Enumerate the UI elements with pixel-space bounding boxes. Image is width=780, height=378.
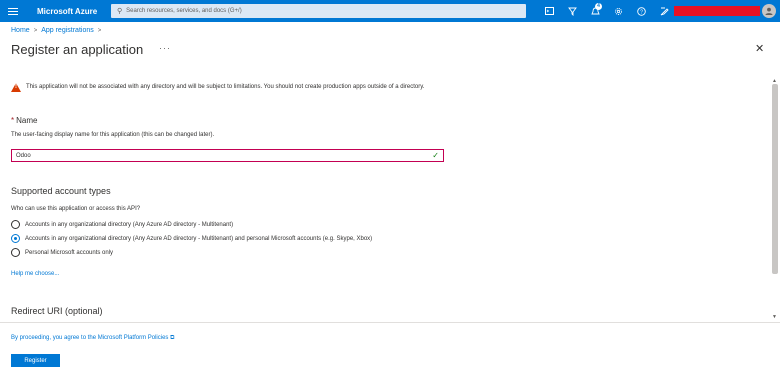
menu-icon[interactable] (0, 0, 26, 22)
radio-button[interactable] (11, 220, 20, 229)
search-placeholder: Search resources, services, and docs (G+… (126, 8, 242, 14)
help-me-choose-link[interactable]: Help me choose... (11, 271, 59, 277)
directory-filter-icon[interactable] (561, 0, 584, 22)
top-bar: Microsoft Azure ⚲ Search resources, serv… (0, 0, 780, 22)
account-type-option-label: Personal Microsoft accounts only (25, 249, 114, 256)
name-label: * Name (11, 116, 37, 125)
close-icon[interactable]: ✕ (755, 42, 764, 55)
warning-banner: This application will not be associated … (11, 83, 451, 92)
notification-badge: 4 (595, 3, 602, 10)
name-description: The user-facing display name for this ap… (11, 132, 215, 138)
register-button[interactable]: Register (11, 354, 60, 367)
brand-title[interactable]: Microsoft Azure (37, 7, 109, 16)
notifications-icon[interactable]: 4 (584, 0, 607, 22)
account-type-option-label: Accounts in any organizational directory… (25, 221, 234, 228)
account-type-option-2[interactable]: Accounts in any organizational directory… (11, 234, 372, 243)
name-label-text: Name (16, 116, 38, 125)
breadcrumb-app-registrations[interactable]: App registrations (41, 27, 94, 34)
account-name-redacted[interactable] (674, 6, 760, 16)
account-types-title: Supported account types (11, 186, 111, 196)
chevron-right-icon: > (33, 27, 38, 34)
svg-text:?: ? (640, 9, 643, 15)
warning-text: This application will not be associated … (26, 84, 425, 90)
avatar[interactable] (762, 4, 776, 18)
page-title: Register an application (11, 42, 144, 57)
name-field-value: Odoo (16, 152, 31, 159)
help-icon[interactable]: ? (630, 0, 653, 22)
scroll-down-icon[interactable]: ▼ (772, 314, 777, 320)
account-types-question: Who can use this application or access t… (11, 206, 141, 212)
cloud-shell-icon[interactable] (538, 0, 561, 22)
scrollbar[interactable]: ▲ ▼ (771, 78, 779, 322)
footer-divider (0, 322, 780, 323)
toolbar-icons: 4 ? (538, 0, 676, 22)
radio-button-selected[interactable] (11, 234, 20, 243)
breadcrumb-home[interactable]: Home (11, 27, 30, 34)
platform-policies-link[interactable]: By proceeding, you agree to the Microsof… (11, 335, 174, 342)
account-type-option-label: Accounts in any organizational directory… (25, 235, 373, 242)
required-mark: * (11, 116, 15, 125)
search-input[interactable]: ⚲ Search resources, services, and docs (… (111, 4, 526, 18)
redirect-uri-title: Redirect URI (optional) (11, 306, 103, 316)
chevron-right-icon: > (97, 27, 102, 34)
breadcrumb: Home > App registrations > (11, 27, 101, 34)
account-type-option-1[interactable]: Accounts in any organizational directory… (11, 220, 233, 229)
checkmark-icon: ✓ (432, 151, 439, 160)
settings-icon[interactable] (607, 0, 630, 22)
search-icon: ⚲ (117, 8, 123, 15)
feedback-icon[interactable] (653, 0, 676, 22)
account-type-option-3[interactable]: Personal Microsoft accounts only (11, 248, 113, 257)
warning-icon (11, 83, 21, 92)
radio-button[interactable] (11, 248, 20, 257)
name-field[interactable]: Odoo ✓ (11, 149, 444, 162)
more-options-icon[interactable]: ··· (159, 43, 171, 53)
scroll-thumb[interactable] (772, 84, 778, 274)
